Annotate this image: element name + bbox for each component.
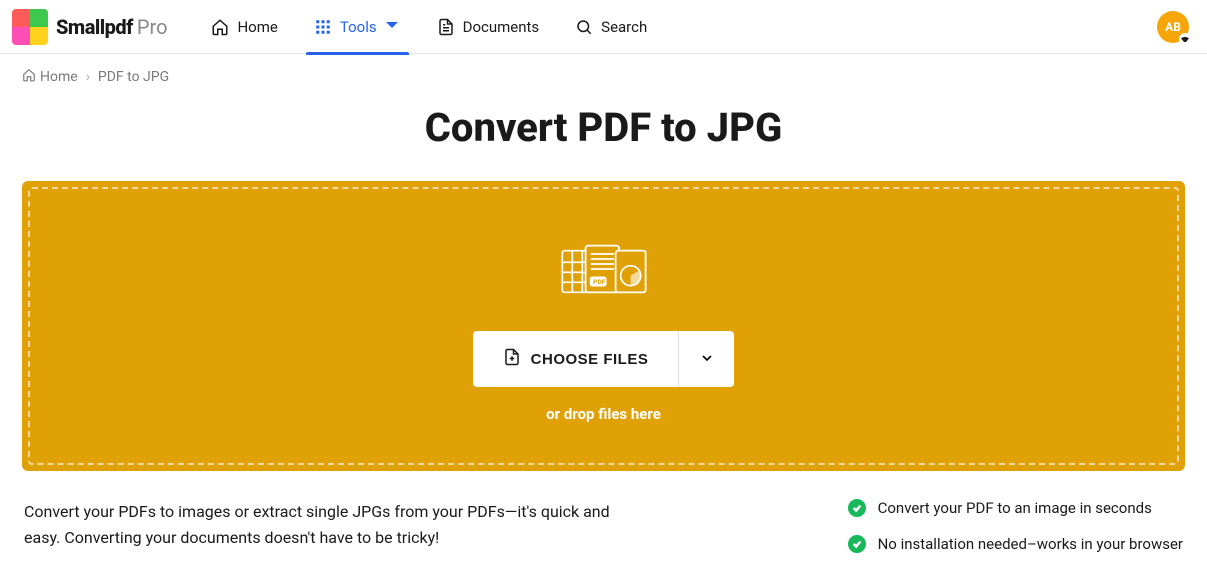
breadcrumb-current: PDF to JPG <box>98 69 169 85</box>
choose-files-dropdown[interactable] <box>678 331 734 387</box>
choose-files-label: CHOOSE FILES <box>531 351 649 368</box>
home-icon <box>22 68 36 86</box>
avatar[interactable]: AB <box>1157 11 1189 43</box>
nav-search-label: Search <box>601 18 647 36</box>
benefit-text: Convert your PDF to an image in seconds <box>878 499 1152 517</box>
nav-search[interactable]: Search <box>557 0 665 54</box>
breadcrumb-home-label: Home <box>40 69 78 85</box>
logo[interactable]: Smallpdf Pro <box>12 9 167 45</box>
breadcrumb-home[interactable]: Home <box>22 68 78 86</box>
dropzone-inner: PDF CHOOSE FILES <box>28 187 1179 465</box>
nav-home-label: Home <box>237 18 277 36</box>
breadcrumb-separator: › <box>86 69 90 85</box>
check-icon <box>848 535 866 553</box>
main: Convert PDF to JPG PDF <box>0 104 1207 581</box>
home-icon <box>211 18 229 36</box>
nav-home[interactable]: Home <box>193 0 295 54</box>
caret-down-icon <box>383 16 401 38</box>
check-icon <box>848 499 866 517</box>
choose-row: CHOOSE FILES <box>473 331 735 387</box>
brand-name: Smallpdf <box>56 15 133 39</box>
benefit-item: No installation needed–works in your bro… <box>848 535 1183 553</box>
benefit-item: Convert your PDF to an image in seconds <box>848 499 1183 517</box>
benefit-text: No installation needed–works in your bro… <box>878 535 1183 553</box>
main-nav: Home Tools Documents <box>193 0 665 54</box>
svg-text:PDF: PDF <box>593 278 606 286</box>
breadcrumb: Home › PDF to JPG <box>0 54 1207 94</box>
nav-tools-label: Tools <box>340 18 377 36</box>
header: Smallpdf Pro Home Tools <box>0 0 1207 54</box>
search-icon <box>575 18 593 36</box>
files-illustration-icon: PDF <box>554 239 654 313</box>
brand-tier: Pro <box>137 15 168 39</box>
nav-documents-label: Documents <box>463 18 540 36</box>
file-upload-icon <box>503 347 521 371</box>
nav-documents[interactable]: Documents <box>419 0 558 54</box>
choose-files-button[interactable]: CHOOSE FILES <box>473 331 679 387</box>
logo-icon <box>12 9 48 45</box>
page-title: Convert PDF to JPG <box>22 104 1185 151</box>
nav-tools[interactable]: Tools <box>296 0 419 54</box>
apps-grid-icon <box>314 18 332 36</box>
drop-hint: or drop files here <box>546 405 661 423</box>
benefits-list: Convert your PDF to an image in seconds … <box>848 499 1183 571</box>
chevron-down-icon <box>699 350 715 369</box>
document-icon <box>437 18 455 36</box>
description: Convert your PDFs to images or extract s… <box>24 499 644 571</box>
avatar-initials: AB <box>1165 20 1181 34</box>
chevron-down-icon <box>1179 33 1191 45</box>
dropzone[interactable]: PDF CHOOSE FILES <box>22 181 1185 471</box>
below-section: Convert your PDFs to images or extract s… <box>22 499 1185 581</box>
header-left: Smallpdf Pro Home Tools <box>12 0 665 54</box>
